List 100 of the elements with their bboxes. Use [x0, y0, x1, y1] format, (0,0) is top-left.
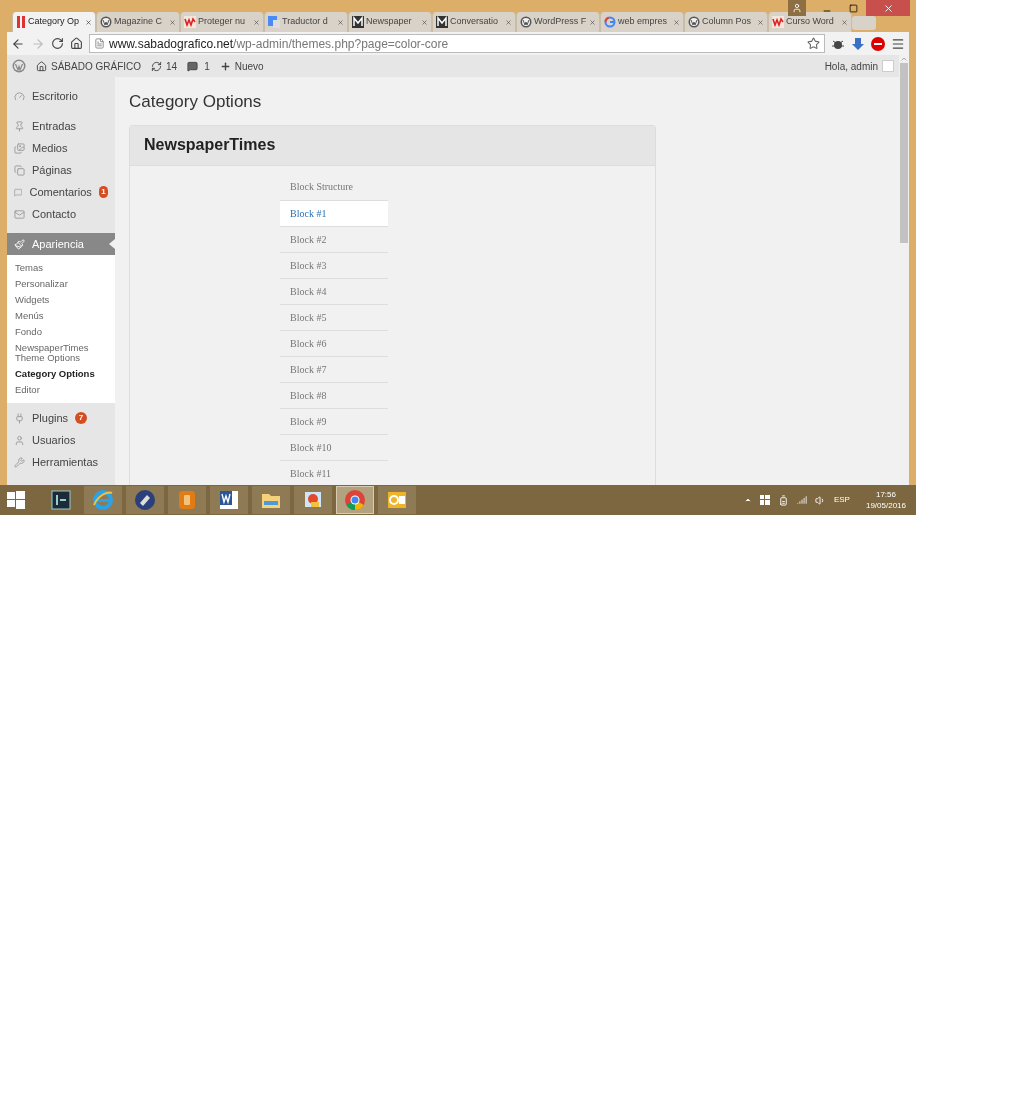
- clock[interactable]: 17:56 19/05/2016: [865, 489, 906, 511]
- mail-icon: [14, 208, 25, 220]
- close-tab-icon[interactable]: [589, 18, 596, 26]
- close-tab-icon[interactable]: [85, 18, 92, 26]
- submenu-item[interactable]: Category Options: [7, 366, 115, 382]
- block-tab[interactable]: Block #4: [280, 277, 388, 304]
- w-logo-icon: [772, 16, 784, 28]
- sidebar-item[interactable]: Herramientas: [7, 451, 115, 473]
- battery-icon[interactable]: [777, 494, 789, 506]
- home-icon[interactable]: [70, 37, 83, 50]
- submenu-item[interactable]: Editor: [7, 382, 115, 398]
- wordpress-icon: [520, 16, 532, 28]
- browser-tab[interactable]: web empres: [600, 12, 684, 32]
- volume-icon[interactable]: [814, 494, 826, 506]
- submenu-item[interactable]: Fondo: [7, 324, 115, 340]
- close-tab-icon[interactable]: [841, 18, 848, 26]
- block-tab[interactable]: Block #8: [280, 381, 388, 408]
- plug-icon: [14, 412, 25, 424]
- close-tab-icon[interactable]: [253, 18, 260, 26]
- comment-icon: [14, 186, 23, 198]
- submenu-item[interactable]: Temas: [7, 260, 115, 276]
- user-icon: [14, 434, 25, 446]
- browser-tab[interactable]: Newspaper: [348, 12, 432, 32]
- language-indicator[interactable]: ESP: [833, 494, 850, 506]
- page-icon: [94, 38, 105, 49]
- photo-app-icon: [50, 489, 72, 511]
- block-tab[interactable]: Block #6: [280, 329, 388, 356]
- maximize-icon: [848, 3, 858, 13]
- browser-e-icon: [92, 489, 114, 511]
- submenu-item[interactable]: Personalizar: [7, 276, 115, 292]
- sidebar-item[interactable]: Comentarios 1: [7, 181, 115, 203]
- address-field[interactable]: www.sabadografico.net/wp-admin/themes.php?page=color-core: [89, 34, 825, 53]
- block-tab[interactable]: Block #2: [280, 225, 388, 252]
- sidebar-item[interactable]: Usuarios: [7, 429, 115, 451]
- close-tab-icon[interactable]: [757, 18, 764, 26]
- disc-icon: [134, 489, 156, 511]
- browser-tab[interactable]: Curso Word: [768, 12, 852, 32]
- block-tab[interactable]: Block #1: [280, 199, 388, 226]
- submenu-item[interactable]: NewspaperTimes Theme Options: [7, 340, 115, 366]
- sidebar-item[interactable]: Plugins 7: [7, 407, 115, 429]
- close-tab-icon[interactable]: [505, 18, 512, 26]
- sidebar-item[interactable]: Entradas: [7, 115, 115, 137]
- wrench-icon: [14, 456, 25, 468]
- taskbar-app[interactable]: [126, 486, 164, 514]
- submenu-item[interactable]: Widgets: [7, 292, 115, 308]
- sidebar-item[interactable]: Páginas: [7, 159, 115, 181]
- browser-tab[interactable]: WordPress F: [516, 12, 600, 32]
- sidebar-item[interactable]: Escritorio: [7, 85, 115, 107]
- pages-icon: [14, 164, 25, 176]
- taskbar-app[interactable]: [378, 486, 416, 514]
- comment-icon: [187, 60, 199, 72]
- list-heading: Block Structure: [289, 180, 355, 194]
- browser-tab[interactable]: Conversatio: [432, 12, 516, 32]
- block-tab[interactable]: Block #10: [280, 433, 388, 460]
- block-tab[interactable]: Block #5: [280, 303, 388, 330]
- browser-tab[interactable]: Proteger nu: [180, 12, 264, 32]
- adblock-icon[interactable]: [871, 36, 885, 51]
- site-link[interactable]: SÁBADO GRÁFICO: [36, 58, 141, 74]
- download-icon[interactable]: [851, 36, 865, 51]
- close-tab-icon[interactable]: [169, 18, 176, 26]
- signal-icon[interactable]: [796, 495, 807, 505]
- sidebar-item[interactable]: Apariencia: [7, 233, 115, 255]
- block-tab[interactable]: Block #9: [280, 407, 388, 434]
- account-link[interactable]: Hola, admin: [824, 58, 894, 74]
- wordpress-icon: [688, 16, 700, 28]
- browser-tab[interactable]: Column Pos: [684, 12, 768, 32]
- new-link[interactable]: Nuevo: [219, 58, 264, 74]
- count-badge: 7: [75, 412, 88, 424]
- close-tab-icon[interactable]: [421, 18, 428, 26]
- w-logo-icon: [184, 16, 196, 28]
- back-icon[interactable]: [11, 36, 25, 51]
- close-tab-icon[interactable]: [337, 18, 344, 26]
- close-tab-icon[interactable]: [673, 18, 680, 26]
- block-tab[interactable]: Block #7: [280, 355, 388, 382]
- document-icon: [218, 489, 240, 511]
- browser-tab[interactable]: Traductor d: [264, 12, 348, 32]
- submenu-item[interactable]: Menús: [7, 308, 115, 324]
- menu-icon[interactable]: [891, 36, 905, 51]
- scroll-up-icon[interactable]: [900, 55, 908, 63]
- browser-tab[interactable]: Category Op: [12, 12, 96, 32]
- reload-icon[interactable]: [51, 37, 64, 50]
- browser-tab[interactable]: Magazine C: [96, 12, 180, 32]
- updates-link[interactable]: 14: [151, 58, 178, 74]
- comments-link[interactable]: 1: [187, 58, 210, 74]
- taskbar-app[interactable]: [210, 486, 248, 514]
- refresh-icon: [151, 60, 162, 72]
- start-button[interactable]: [6, 490, 26, 510]
- user-icon: [792, 3, 802, 13]
- windows-flag-icon[interactable]: [759, 495, 770, 505]
- bookmark-star-icon[interactable]: [807, 37, 820, 50]
- pin-icon: [14, 120, 25, 132]
- tray-arrow-icon[interactable]: [743, 496, 752, 504]
- profile-button[interactable]: [788, 0, 806, 16]
- block-tab[interactable]: Block #3: [280, 251, 388, 278]
- close-icon: [882, 2, 894, 14]
- chrome-icon: [344, 489, 366, 511]
- wordpress-icon[interactable]: [12, 59, 26, 73]
- sidebar-item[interactable]: Medios: [7, 137, 115, 159]
- panel-title: NewspaperTimes: [144, 135, 276, 155]
- sidebar-item[interactable]: Contacto: [7, 203, 115, 225]
